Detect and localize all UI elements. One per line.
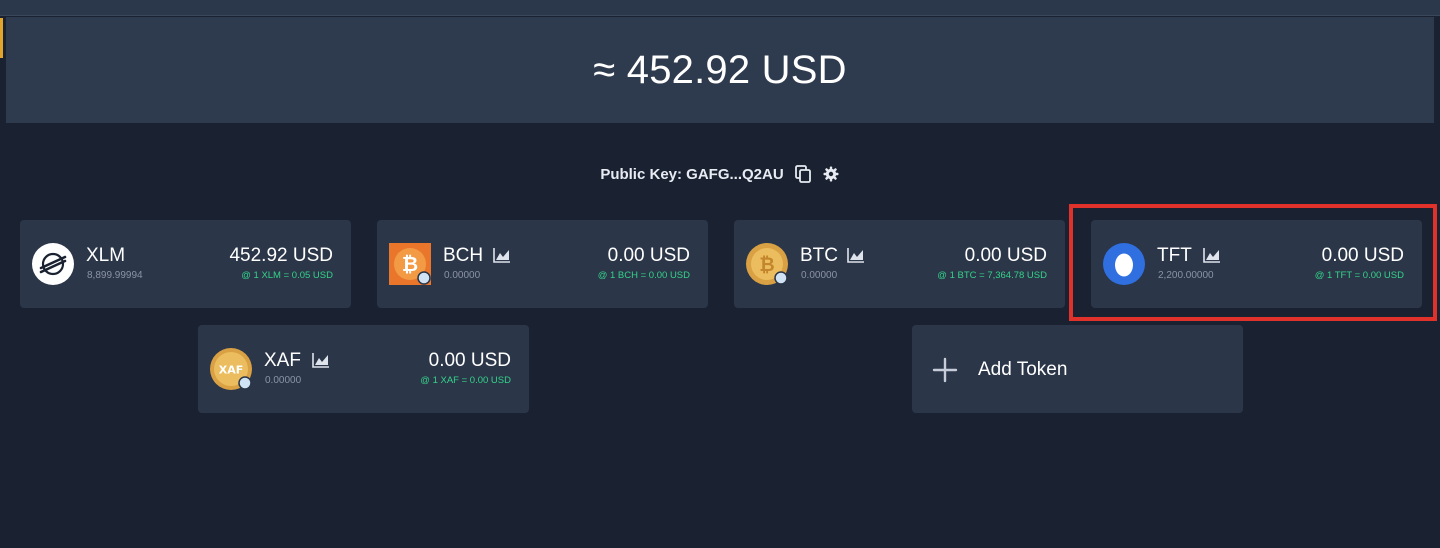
token-amount: 0.00000 xyxy=(444,270,481,281)
token-symbol: BTC xyxy=(800,245,838,266)
token-amount: 8,899.99994 xyxy=(87,270,143,281)
token-usd-value: 0.00 USD xyxy=(428,350,511,371)
token-symbol: XLM xyxy=(86,245,126,266)
add-token-label: Add Token xyxy=(978,359,1068,380)
balance-panel: ≈ 452.92 USD xyxy=(6,17,1434,123)
token-rate: @ 1 BCH = 0.00 USD xyxy=(597,270,690,281)
token-card-btc[interactable]: ₿ BTC 0.00000 0.00 USD @ 1 BTC = 7,364.7… xyxy=(734,220,1065,308)
token-rate: @ 1 XLM = 0.05 USD xyxy=(241,270,333,281)
chart-icon[interactable] xyxy=(493,247,511,263)
token-symbol: XAF xyxy=(264,350,301,371)
svg-text:₿: ₿ xyxy=(402,252,418,276)
highlight-box xyxy=(1069,204,1437,321)
chart-icon[interactable] xyxy=(312,352,330,368)
token-amount: 0.00000 xyxy=(801,270,838,281)
top-strip xyxy=(0,0,1440,16)
add-token-button[interactable]: Add Token xyxy=(912,325,1243,413)
accent-bar xyxy=(0,18,3,58)
gear-icon[interactable] xyxy=(822,165,840,183)
token-card-bch[interactable]: ₿ BCH 0.00000 0.00 USD @ 1 BCH = 0.00 US… xyxy=(377,220,708,308)
plus-icon xyxy=(932,357,958,383)
svg-text:XAF: XAF xyxy=(219,364,244,377)
total-balance: ≈ 452.92 USD xyxy=(593,47,847,92)
xaf-coin-icon: XAF xyxy=(210,348,252,390)
token-card-xlm[interactable]: XLM 8,899.99994 452.92 USD @ 1 XLM = 0.0… xyxy=(20,220,351,308)
token-amount: 0.00000 xyxy=(265,375,302,386)
stellar-logo-icon xyxy=(32,243,74,285)
public-key-label: Public Key: GAFG...Q2AU xyxy=(600,165,784,183)
token-card-xaf[interactable]: XAF XAF 0.00000 0.00 USD @ 1 XAF = 0.00 … xyxy=(198,325,529,413)
token-usd-value: 0.00 USD xyxy=(607,245,690,266)
public-key-row: Public Key: GAFG...Q2AU xyxy=(0,162,1440,186)
token-usd-value: 0.00 USD xyxy=(964,245,1047,266)
token-rate: @ 1 BTC = 7,364.78 USD xyxy=(937,270,1047,281)
copy-icon[interactable] xyxy=(794,165,812,183)
token-rate: @ 1 XAF = 0.00 USD xyxy=(420,375,511,386)
token-symbol: BCH xyxy=(443,245,484,266)
bitcoin-cash-icon: ₿ xyxy=(389,243,431,285)
token-usd-value: 452.92 USD xyxy=(229,245,333,266)
svg-text:₿: ₿ xyxy=(759,254,774,276)
bitcoin-icon: ₿ xyxy=(746,243,788,285)
chart-icon[interactable] xyxy=(847,247,865,263)
